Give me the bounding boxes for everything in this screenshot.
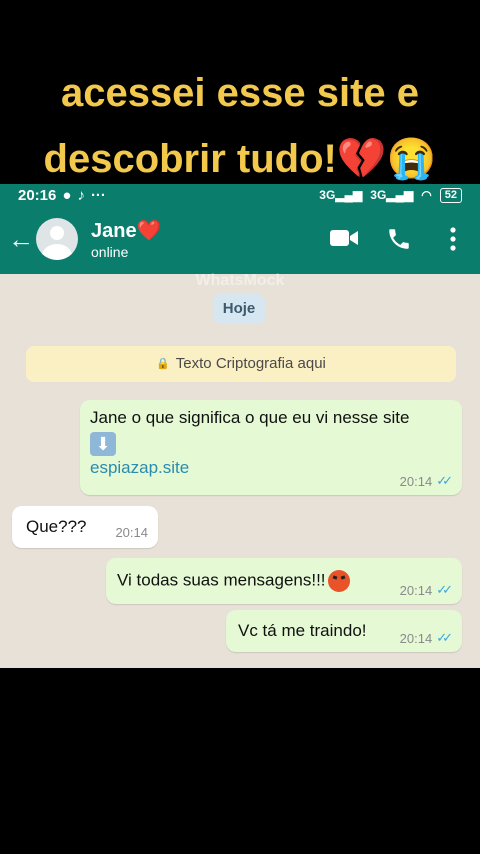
contact-status: online [91,244,129,260]
message-bubble-out[interactable]: Vi todas suas mensagens!!! 20:14 ✓✓ [106,558,462,604]
message-bubble-out[interactable]: Vc tá me traindo! 20:14 ✓✓ [226,610,462,652]
arrow-left-icon[interactable]: ← [8,224,34,254]
angry-face-emoji [327,570,350,592]
down-arrow-emoji: ⬇ [90,432,116,456]
status-bar: 20:16 ● ♪ ··· 3G▂▄▆ 3G▂▄▆ ◠ 52 [0,184,480,206]
message-time: 20:14 [115,525,148,540]
phone-icon[interactable] [386,226,412,252]
avatar[interactable] [36,218,78,260]
clock: 20:16 [18,186,57,204]
video-caption: acessei esse site e descobrir tudo!💔😭 [0,60,480,192]
caption-line-2: descobrir tudo!💔😭 [43,137,437,181]
message-time: 20:14 [399,473,433,489]
message-meta: 20:14 ✓✓ [399,630,453,646]
chat-notification-icon: ● [62,186,72,204]
message-meta: 20:14 [115,525,148,540]
read-ticks-icon: ✓✓ [436,630,453,645]
tiktok-icon: ♪ [77,186,85,204]
more-vert-icon[interactable] [448,226,458,252]
message-time: 20:14 [399,630,433,646]
lock-icon: 🔒 [156,358,170,371]
message-meta: 20:14 ✓✓ [399,473,453,489]
chat-area[interactable]: Hoje 🔒 Texto Criptografia aqui Jane o que… [0,274,480,668]
message-text: Jane o que significa o que eu vi nesse s… [90,408,410,427]
signal-icon: 3G▂▄▆ [319,188,363,202]
whatsapp-screen: 20:16 ● ♪ ··· 3G▂▄▆ 3G▂▄▆ ◠ 52 ← Jane❤️ … [0,184,480,668]
contact-name[interactable]: Jane❤️ [91,218,162,243]
encryption-notice[interactable]: 🔒 Texto Criptografia aqui [26,346,456,382]
more-notifications-icon: ··· [90,186,106,204]
message-bubble-out[interactable]: Jane o que significa o que eu vi nesse s… [80,400,462,495]
message-meta: 20:14 ✓✓ [399,582,453,598]
signal-icon-2: 3G▂▄▆ [370,188,414,202]
day-chip: Hoje [213,294,265,324]
message-text: Vi todas suas mensagens!!! [117,570,326,590]
read-ticks-icon: ✓✓ [436,473,453,488]
message-bubble-in[interactable]: Que??? 20:14 [12,506,158,548]
read-ticks-icon: ✓✓ [436,582,453,597]
battery-icon: 52 [439,187,462,203]
video-call-icon[interactable] [329,226,359,250]
chat-header: ← Jane❤️ online WhatsMock [0,206,480,289]
wifi-icon: ◠ [421,188,432,202]
message-time: 20:14 [399,582,433,598]
caption-line-1: acessei esse site e [60,71,420,115]
